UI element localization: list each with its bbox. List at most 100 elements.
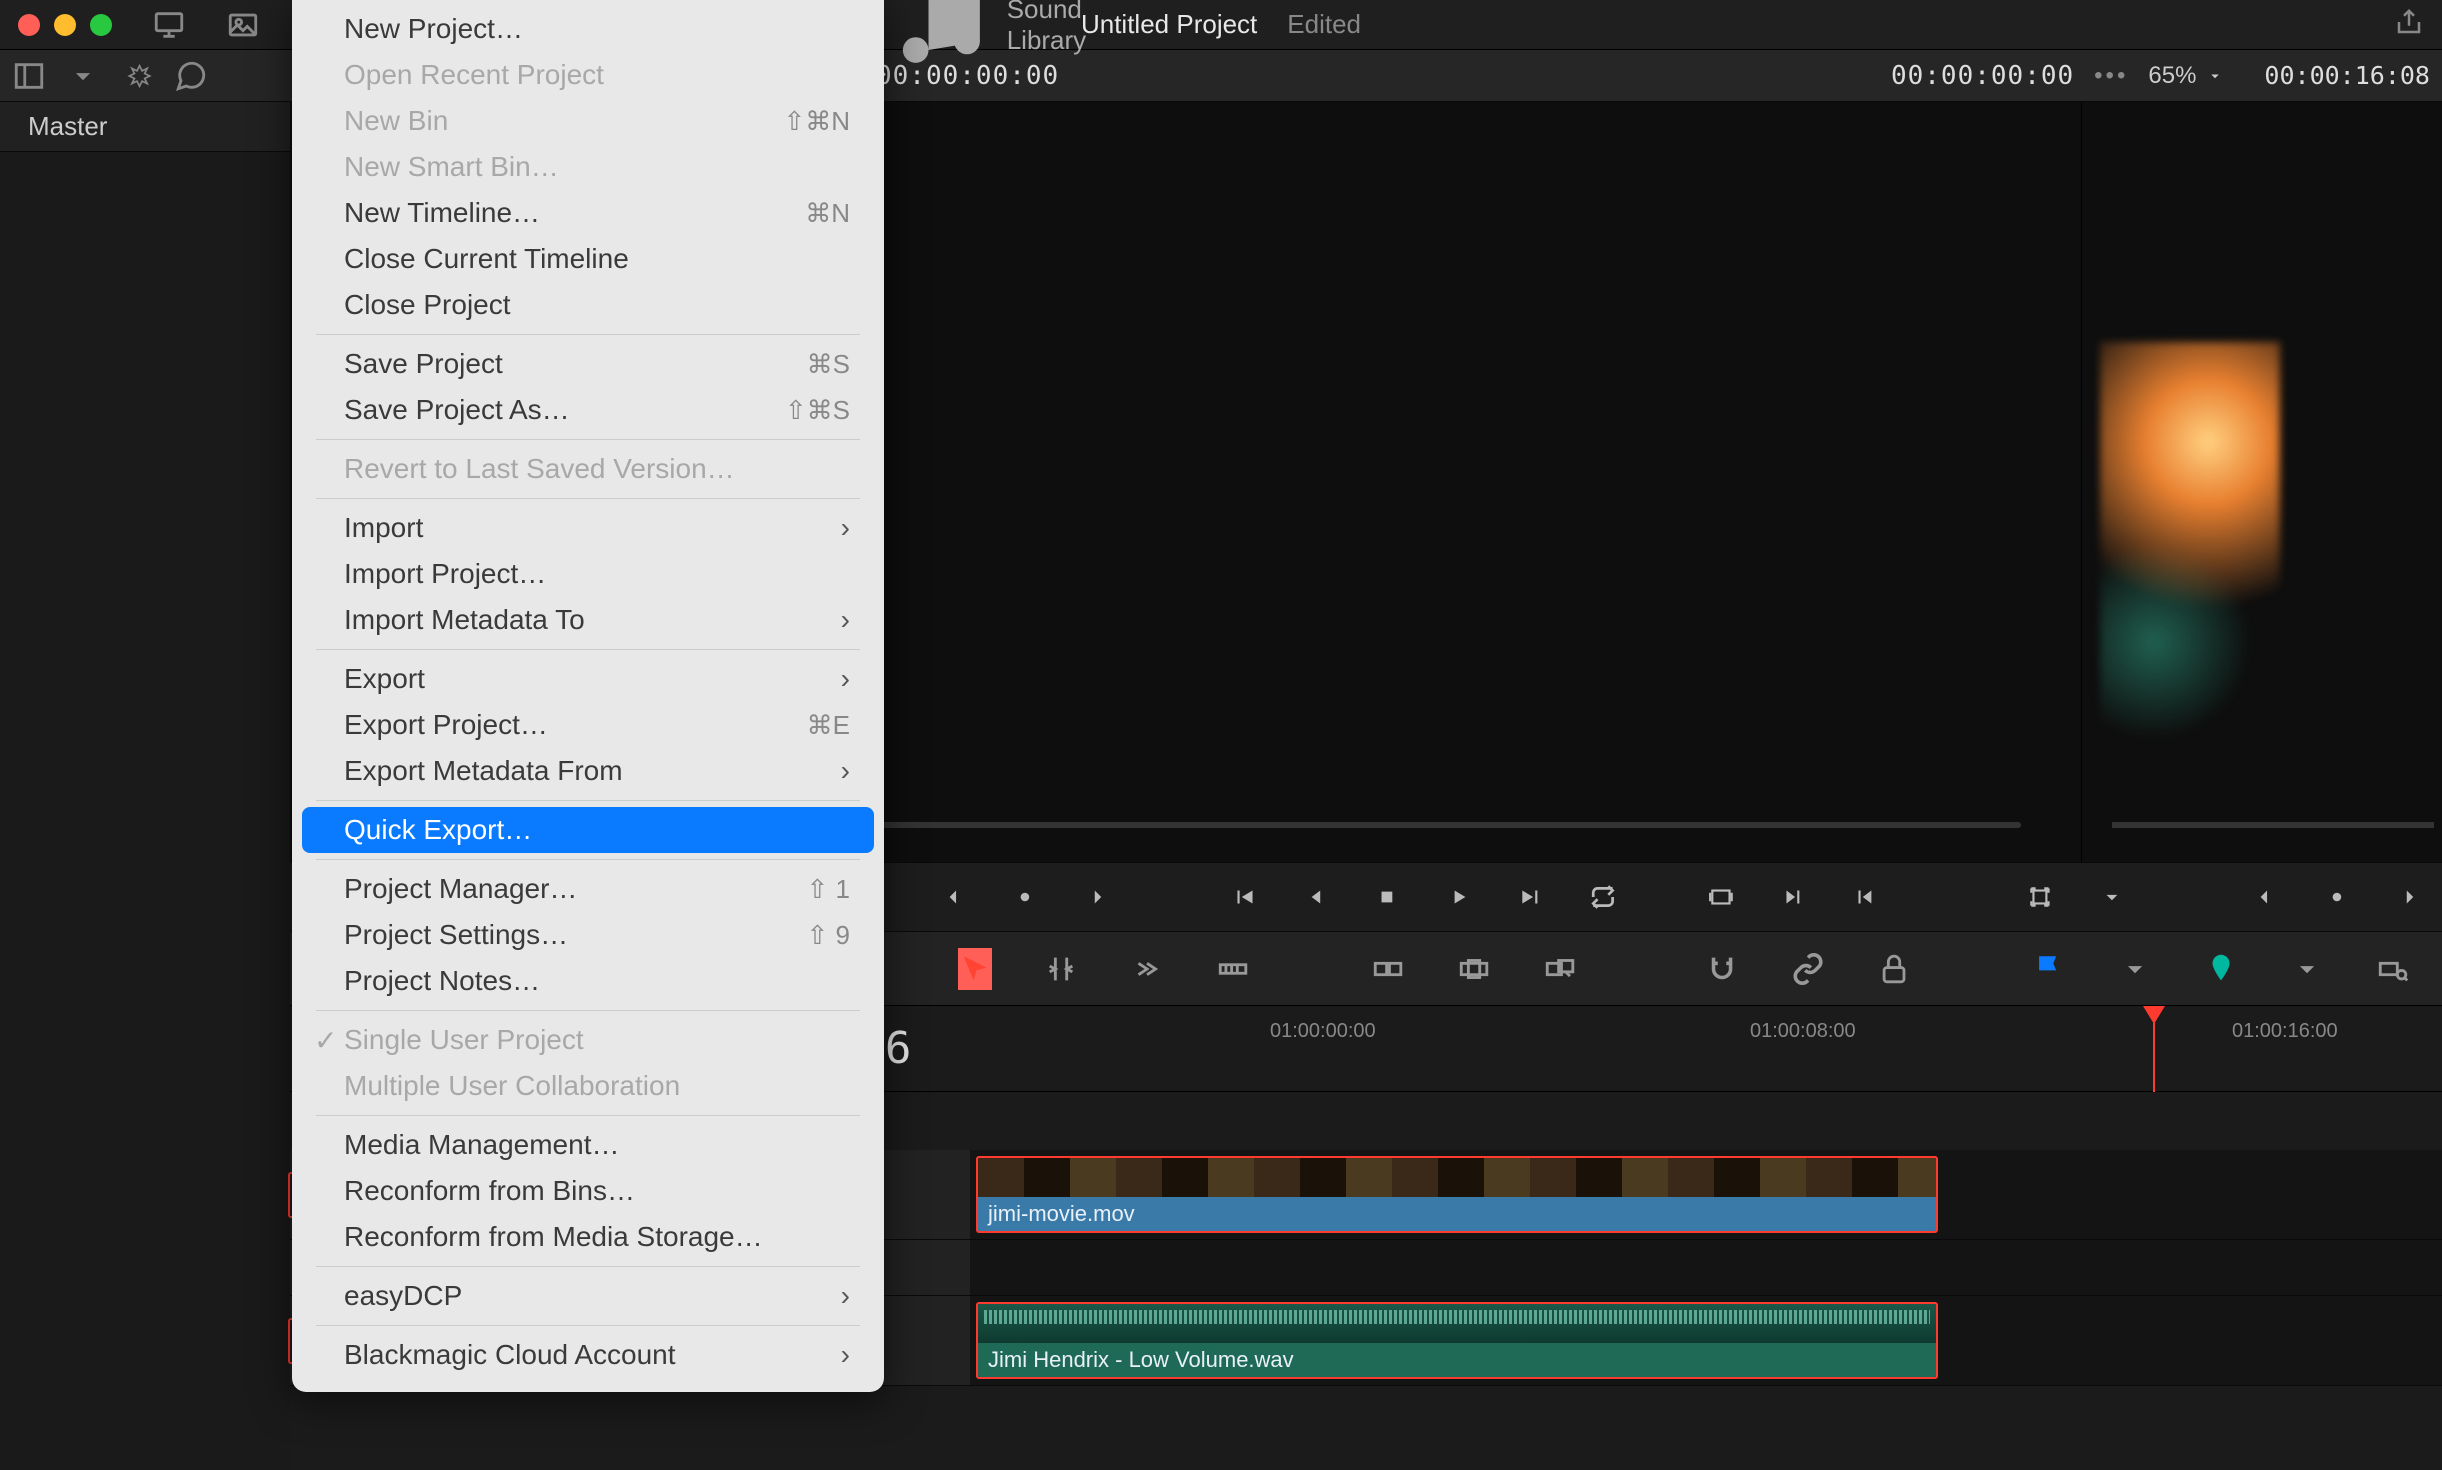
insert-clip-icon[interactable] — [1371, 948, 1405, 990]
loop-icon[interactable] — [1590, 879, 1616, 915]
media-pool-header[interactable]: Master — [0, 102, 290, 152]
menu-import-metadata[interactable]: Import Metadata To› — [302, 597, 874, 643]
menu-new-timeline[interactable]: New Timeline…⌘N — [302, 190, 874, 236]
menu-new-smart-bin[interactable]: New Smart Bin… — [302, 144, 874, 190]
check-icon: ✓ — [314, 1024, 337, 1057]
timeline-scrubber[interactable] — [2112, 822, 2434, 828]
menu-close-timeline[interactable]: Close Current Timeline — [302, 236, 874, 282]
menu-separator — [316, 439, 860, 440]
next-edit-icon[interactable] — [1780, 879, 1806, 915]
panel-layout-icon[interactable] — [12, 59, 46, 93]
selection-tool-icon[interactable] — [958, 948, 992, 990]
audio-track-body[interactable]: Jimi Hendrix - Low Volume.wav — [970, 1296, 2442, 1385]
menu-separator — [316, 649, 860, 650]
menu-reconform-media[interactable]: Reconform from Media Storage… — [302, 1214, 874, 1260]
dynamic-trim-icon[interactable] — [1130, 948, 1164, 990]
marker-icon[interactable] — [2204, 948, 2238, 990]
menu-single-user[interactable]: ✓Single User Project — [302, 1017, 874, 1063]
menu-reconform-bins[interactable]: Reconform from Bins… — [302, 1168, 874, 1214]
menu-blackmagic-cloud[interactable]: Blackmagic Cloud Account› — [302, 1332, 874, 1378]
replace-clip-icon[interactable] — [1543, 948, 1577, 990]
chevron-right-icon: › — [841, 755, 850, 787]
flag-marker-icon[interactable] — [2032, 948, 2066, 990]
menu-project-manager[interactable]: Project Manager…⇧ 1 — [302, 866, 874, 912]
chevron-down-icon[interactable] — [2118, 948, 2152, 990]
video-clip[interactable]: jimi-movie.mov — [976, 1156, 1938, 1233]
menu-export[interactable]: Export› — [302, 656, 874, 702]
menu-easydcp[interactable]: easyDCP› — [302, 1273, 874, 1319]
chevron-down-icon[interactable] — [2290, 948, 2324, 990]
sound-library-tab[interactable]: Sound Library — [890, 0, 1090, 76]
menu-separator — [316, 800, 860, 801]
menu-close-project[interactable]: Close Project — [302, 282, 874, 328]
lock-icon[interactable] — [1877, 948, 1911, 990]
menu-save-project[interactable]: Save Project⌘S — [302, 341, 874, 387]
menu-new-bin[interactable]: New Bin⇧⌘N — [302, 98, 874, 144]
maximize-window[interactable] — [90, 14, 112, 36]
match-frame-icon[interactable] — [1708, 879, 1734, 915]
picture-icon[interactable] — [226, 8, 260, 42]
transform-icon[interactable] — [2027, 879, 2053, 915]
viewer-frame-content — [2100, 342, 2280, 842]
share-icon[interactable] — [2394, 7, 2424, 42]
menu-export-metadata[interactable]: Export Metadata From› — [302, 748, 874, 794]
timeline-viewer[interactable] — [2082, 102, 2442, 862]
chevron-right-icon: › — [841, 663, 850, 695]
step-back-icon[interactable] — [1303, 879, 1329, 915]
timeline-ruler[interactable]: 01:00:00:00 01:00:08:00 01:00:16:00 — [1260, 1006, 2442, 1091]
video-track-body[interactable]: jimi-movie.mov — [970, 1150, 2442, 1239]
menu-import[interactable]: Import› — [302, 505, 874, 551]
master-bin-label: Master — [28, 111, 107, 142]
blade-tool-icon[interactable] — [1216, 948, 1250, 990]
menu-separator — [316, 859, 860, 860]
menu-import-project[interactable]: Import Project… — [302, 551, 874, 597]
nav-next-icon[interactable] — [1084, 879, 1110, 915]
menu-open-recent[interactable]: Open Recent Project — [302, 52, 874, 98]
play-icon[interactable] — [1446, 879, 1472, 915]
search-timeline-icon[interactable] — [2376, 948, 2410, 990]
menu-project-settings[interactable]: Project Settings…⇧ 9 — [302, 912, 874, 958]
menu-separator — [316, 1115, 860, 1116]
prev-edit-icon[interactable] — [1852, 879, 1878, 915]
display-icon[interactable] — [152, 8, 186, 42]
more-options-icon[interactable]: ••• — [2094, 62, 2128, 90]
project-title: Untitled Project — [1081, 9, 1257, 40]
snap-magnet-icon[interactable] — [1705, 948, 1739, 990]
record-timecode: 00:00:00:00 — [1891, 61, 2074, 91]
minimize-window[interactable] — [54, 14, 76, 36]
clip-thumbnails — [978, 1158, 1936, 1197]
effects-icon[interactable] — [120, 59, 154, 93]
nav-next2-icon[interactable] — [2396, 879, 2422, 915]
link-icon[interactable] — [1791, 948, 1825, 990]
nav-prev-icon[interactable] — [941, 879, 967, 915]
annotation-icon[interactable] — [174, 59, 208, 93]
chevron-down-icon[interactable] — [66, 59, 100, 93]
menu-revert[interactable]: Revert to Last Saved Version… — [302, 446, 874, 492]
chevron-right-icon: › — [841, 1280, 850, 1312]
menu-project-notes[interactable]: Project Notes… — [302, 958, 874, 1004]
audio-clip[interactable]: Jimi Hendrix - Low Volume.wav — [976, 1302, 1938, 1379]
chevron-right-icon: › — [841, 512, 850, 544]
nav-prev2-icon[interactable] — [2252, 879, 2278, 915]
menu-new-project[interactable]: New Project… — [302, 6, 874, 52]
goto-end-icon[interactable] — [1518, 879, 1544, 915]
menu-media-management[interactable]: Media Management… — [302, 1122, 874, 1168]
nav-dot-icon — [1012, 879, 1038, 915]
zoom-value: 65% — [2148, 62, 2196, 90]
overwrite-clip-icon[interactable] — [1457, 948, 1491, 990]
menu-quick-export[interactable]: Quick Export… — [302, 807, 874, 853]
duration-timecode: 00:00:16:08 — [2264, 61, 2430, 90]
zoom-control[interactable]: 65% — [2148, 62, 2224, 90]
window-controls — [18, 14, 112, 36]
project-status: Edited — [1287, 9, 1361, 40]
chevron-right-icon: › — [841, 1339, 850, 1371]
trim-tool-icon[interactable] — [1044, 948, 1078, 990]
chevron-down-icon[interactable] — [2099, 879, 2125, 915]
menu-save-as[interactable]: Save Project As…⇧⌘S — [302, 387, 874, 433]
goto-start-icon[interactable] — [1231, 879, 1257, 915]
menu-separator — [316, 1266, 860, 1267]
menu-multi-user[interactable]: Multiple User Collaboration — [302, 1063, 874, 1109]
menu-export-project[interactable]: Export Project…⌘E — [302, 702, 874, 748]
stop-icon[interactable] — [1374, 879, 1400, 915]
close-window[interactable] — [18, 14, 40, 36]
